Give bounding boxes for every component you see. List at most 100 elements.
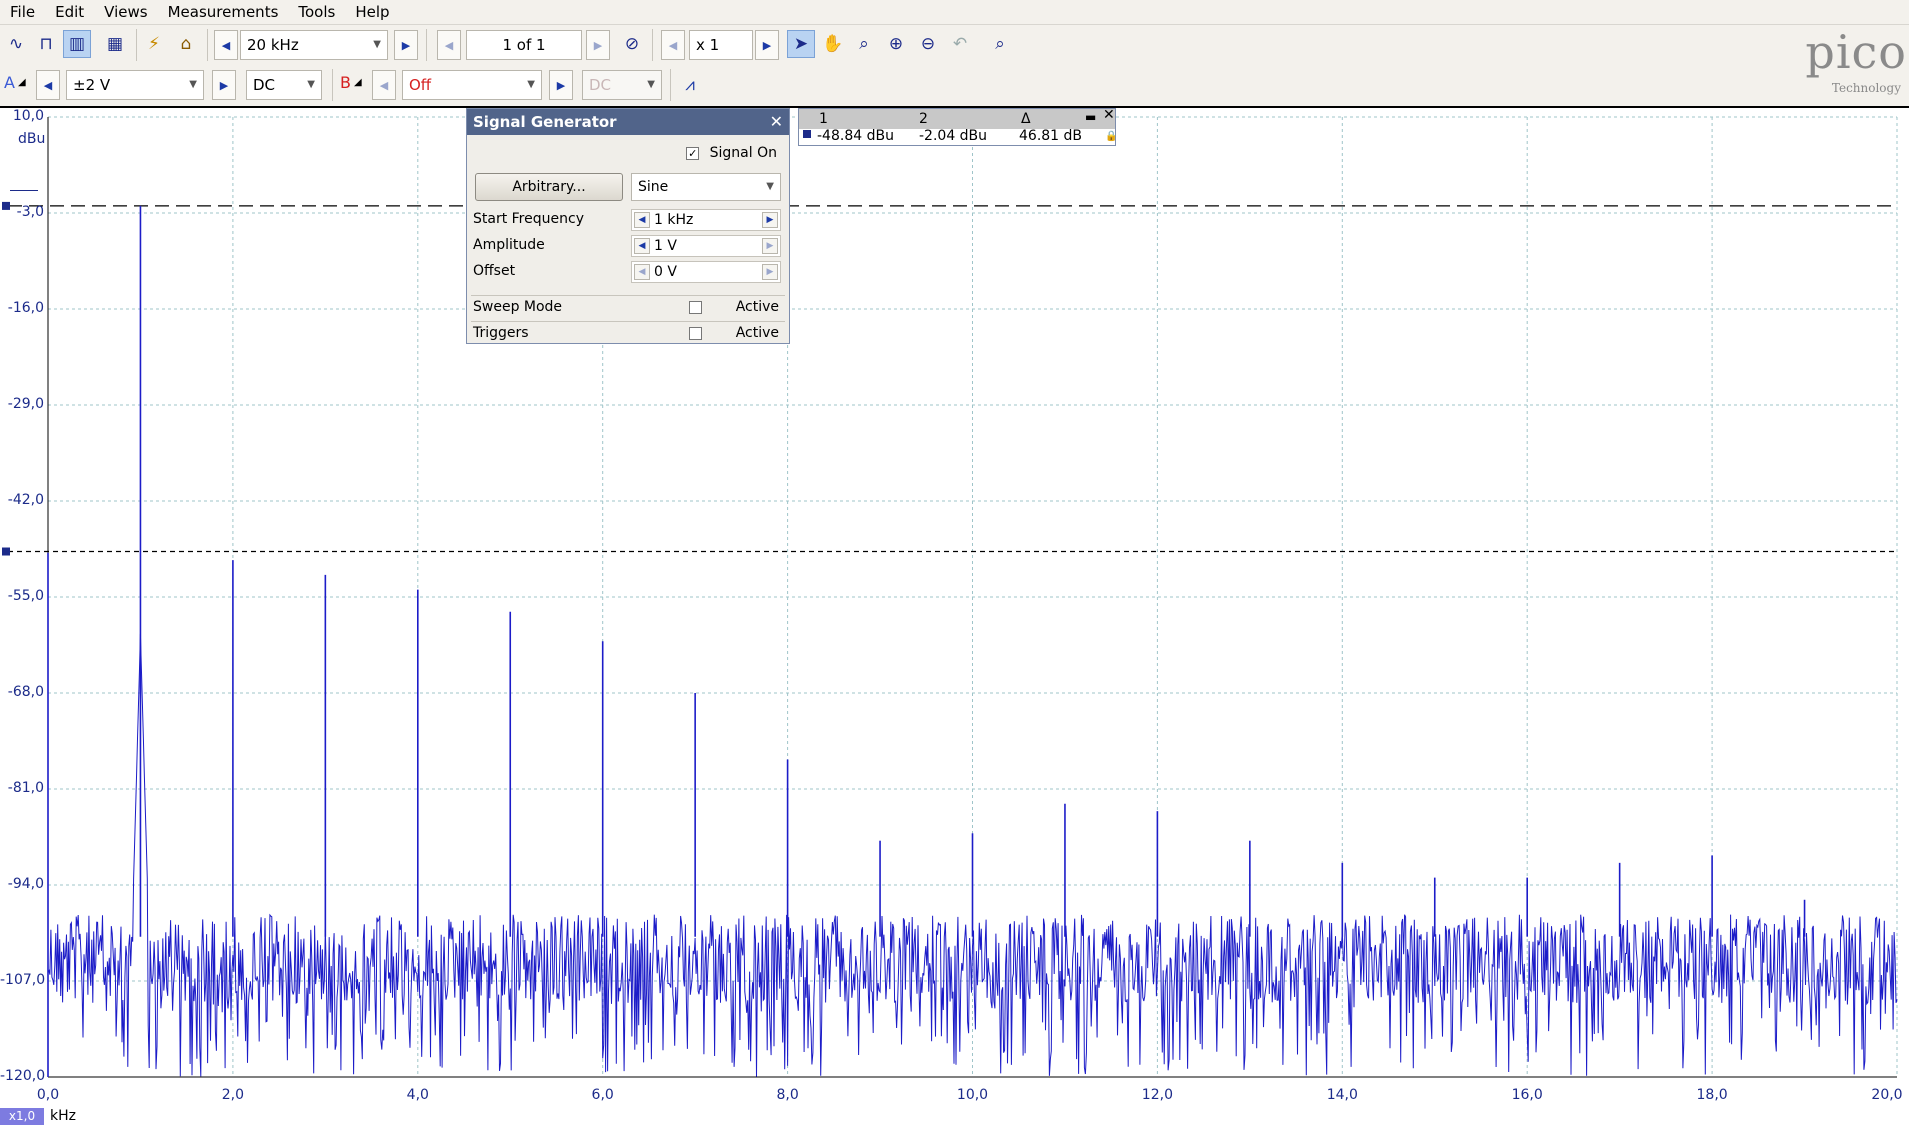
channel-b-label[interactable]: B: [340, 73, 351, 92]
start-frequency-increase[interactable]: ▶: [762, 212, 778, 228]
page-indicator: 1 of 1: [466, 30, 582, 60]
x-tick-label: 20,0: [1871, 1087, 1903, 1103]
arbitrary-button[interactable]: Arbitrary...: [475, 173, 623, 201]
coupling-a-value: DC: [253, 76, 276, 94]
pico-logo: pico Technology: [1757, 25, 1907, 97]
triggers-label: Triggers: [473, 325, 529, 341]
lock-icon[interactable]: 🔒: [1105, 131, 1117, 142]
x-zoom-badge[interactable]: x1,0: [0, 1108, 44, 1125]
x-tick-label: 6,0: [591, 1087, 614, 1103]
ruler-value-2: -2.04 dBu: [919, 128, 988, 144]
range-a-value: ±2 V: [73, 76, 111, 94]
x-tick-label: 18,0: [1696, 1087, 1728, 1103]
signal-generator-panel: Signal Generator ✕ ✓ Signal On Arbitrary…: [466, 108, 790, 344]
signal-generator-icon[interactable]: ⩘: [676, 71, 704, 99]
persistence-mode-icon[interactable]: ⊓: [32, 30, 60, 58]
signal-on-checkbox[interactable]: ✓: [686, 146, 700, 160]
chevron-down-icon: ▼: [647, 79, 655, 90]
chevron-down-icon: ▼: [766, 181, 774, 192]
zoom-factor[interactable]: x 1: [689, 30, 753, 60]
y-tick-label: -16,0: [7, 300, 44, 316]
sweep-mode-row: Sweep Mode Active: [473, 299, 783, 315]
y-tick-label: -107,0: [0, 972, 46, 988]
zoom-prev-button[interactable]: ◀: [661, 30, 685, 60]
channel-toolbar: A ◢ ◀ ±2 V ▼ ▶ DC ▼ B ◢ ◀ Off ▼ ▶ DC ▼ ⩘: [0, 65, 1909, 108]
logo-sub: Technology: [1831, 81, 1901, 95]
range-a-prev-button[interactable]: ◀: [36, 70, 60, 100]
sweep-mode-checkbox[interactable]: [689, 301, 702, 314]
menu-tools[interactable]: Tools: [288, 0, 345, 24]
ruler-legend: 1 2 Δ ▬ ✕ -48.84 dBu -2.04 dBu 46.81 dB …: [798, 107, 1117, 146]
page-prev-button[interactable]: ◀: [437, 30, 461, 60]
amplitude-decrease[interactable]: ◀: [634, 238, 650, 254]
undo-zoom-icon[interactable]: ↶: [946, 30, 974, 58]
amplitude-increase[interactable]: ▶: [762, 238, 778, 254]
triggers-checkbox[interactable]: [689, 327, 702, 340]
zoom-next-button[interactable]: ▶: [755, 30, 779, 60]
chevron-down-icon: ▼: [527, 79, 535, 90]
x-tick-label: 14,0: [1326, 1087, 1358, 1103]
hand-tool-icon[interactable]: ✋: [819, 30, 847, 58]
zoom-area-icon[interactable]: ⌕: [850, 30, 878, 58]
y-tick-label: -94,0: [7, 876, 44, 892]
channel-a-label[interactable]: A: [4, 73, 15, 92]
amplitude-value: 1 V: [654, 238, 677, 254]
signal-generator-titlebar[interactable]: Signal Generator ✕: [467, 109, 789, 135]
coupling-a-select[interactable]: DC ▼: [246, 70, 322, 100]
add-spectrum-view-icon[interactable]: ▦: [101, 30, 129, 58]
amplitude-field[interactable]: ◀ 1 V ▶: [631, 235, 781, 257]
waveform-select[interactable]: Sine ▼: [631, 173, 781, 201]
spectrum-mode-icon[interactable]: ▥: [63, 30, 91, 58]
menu-views[interactable]: Views: [94, 0, 157, 24]
coupling-b-value: DC: [589, 76, 612, 94]
start-frequency-field[interactable]: ◀ 1 kHz ▶: [631, 209, 781, 231]
menu-measurements[interactable]: Measurements: [158, 0, 289, 24]
zoom-overview-icon[interactable]: ⌕: [986, 30, 1014, 58]
zoom-out-icon[interactable]: ⊖: [914, 30, 942, 58]
range-b-prev-button[interactable]: ◀: [372, 70, 396, 100]
x-tick-label: 12,0: [1141, 1087, 1173, 1103]
range-b-value: Off: [409, 76, 432, 94]
scope-mode-icon[interactable]: ∿: [2, 30, 30, 58]
offset-field[interactable]: ◀ 0 V ▶: [631, 261, 781, 283]
start-frequency-decrease[interactable]: ◀: [634, 212, 650, 228]
range-a-select[interactable]: ±2 V ▼: [66, 70, 204, 100]
sweep-mode-active-label: Active: [735, 299, 779, 315]
channel-b-menu-icon[interactable]: ◢: [354, 77, 362, 88]
x-tick-label: 10,0: [956, 1087, 989, 1103]
close-icon[interactable]: ✕: [770, 109, 783, 135]
menu-edit[interactable]: Edit: [45, 0, 94, 24]
coupling-b-select[interactable]: DC ▼: [582, 70, 662, 100]
timebase-value: 20 kHz: [247, 36, 299, 54]
close-icon[interactable]: ✕: [1103, 107, 1115, 123]
spectrum-plot[interactable]: [0, 106, 1909, 1129]
offset-decrease[interactable]: ◀: [634, 264, 650, 280]
x-tick-label: 4,0: [406, 1087, 429, 1103]
timebase-next-button[interactable]: ▶: [394, 30, 418, 60]
main-toolbar: ∿ ⊓ ▥ ▦ ⚡ ⌂ ◀ 20 kHz ▼ ▶ ◀ 1 of 1 ▶ ⊘ ◀ x…: [0, 25, 1909, 65]
range-a-next-button[interactable]: ▶: [212, 70, 236, 100]
chevron-down-icon: ▼: [307, 79, 315, 90]
pointer-tool-icon[interactable]: ➤: [787, 30, 815, 58]
compass-icon[interactable]: ⊘: [618, 30, 646, 58]
minimize-icon[interactable]: ▬: [1085, 110, 1096, 124]
x-tick-label: 8,0: [776, 1087, 799, 1103]
triggers-row: Triggers Active: [473, 325, 783, 341]
timebase-prev-button[interactable]: ◀: [214, 30, 238, 60]
autosetup-icon[interactable]: ⚡: [140, 30, 168, 58]
menu-file[interactable]: File: [0, 0, 45, 24]
offset-increase[interactable]: ▶: [762, 264, 778, 280]
page-next-button[interactable]: ▶: [586, 30, 610, 60]
y-tick-label: -120,0: [0, 1068, 46, 1084]
timebase-select[interactable]: 20 kHz ▼: [240, 30, 388, 60]
range-b-next-button[interactable]: ▶: [549, 70, 573, 100]
y-tick-label: -3,0: [16, 204, 44, 220]
home-icon[interactable]: ⌂: [172, 30, 200, 58]
channel-a-menu-icon[interactable]: ◢: [18, 77, 26, 88]
ruler-col-delta: Δ: [1021, 111, 1031, 127]
zoom-in-icon[interactable]: ⊕: [882, 30, 910, 58]
logo-word: pico: [1805, 25, 1907, 79]
menu-help[interactable]: Help: [345, 0, 399, 24]
ruler-col-2: 2: [919, 111, 928, 127]
range-b-select[interactable]: Off ▼: [402, 70, 542, 100]
